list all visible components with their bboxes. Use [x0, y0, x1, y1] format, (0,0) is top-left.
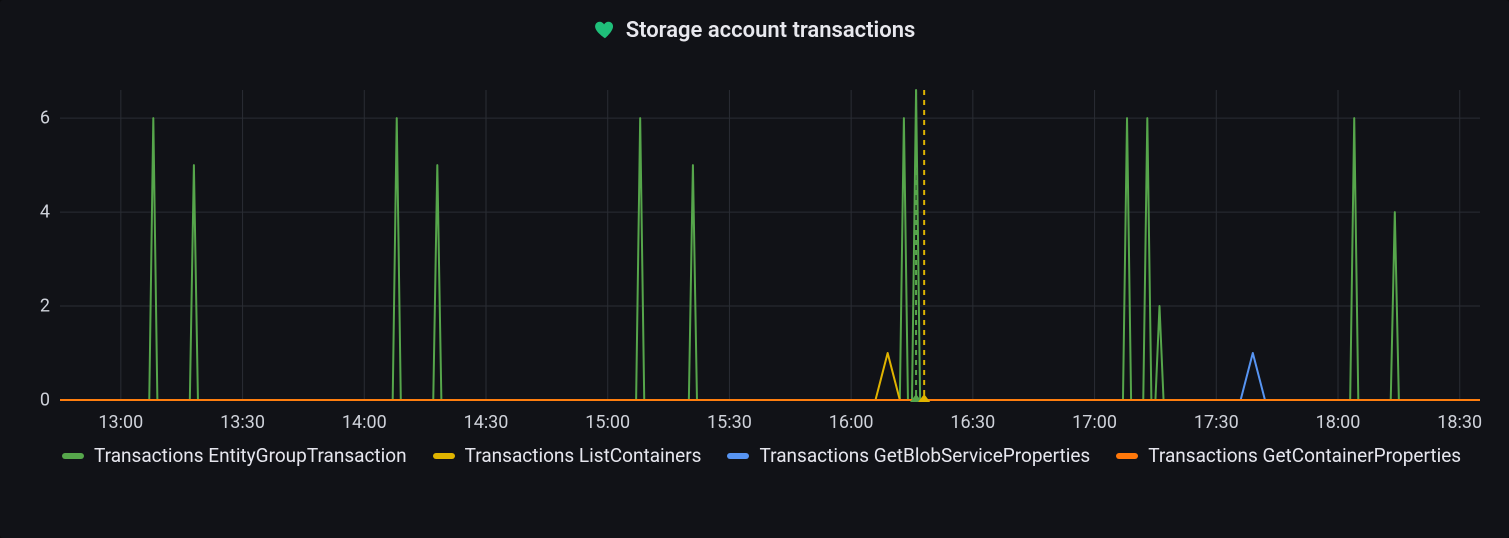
- y-tick-label: 0: [40, 390, 50, 411]
- x-tick-label: 18:30: [1437, 412, 1482, 433]
- annotation-marker[interactable]: [918, 394, 930, 402]
- legend-swatch: [727, 453, 749, 459]
- y-tick-label: 2: [40, 296, 50, 317]
- x-tick-label: 16:00: [829, 412, 874, 433]
- legend-item[interactable]: Transactions GetContainerProperties: [1116, 444, 1461, 467]
- x-tick-label: 17:30: [1194, 412, 1239, 433]
- legend-swatch: [1116, 453, 1138, 459]
- x-tick-label: 14:30: [464, 412, 509, 433]
- x-axis-labels: 13:00 13:30 14:00 14:30 15:00 15:30 16:00 16:30…: [60, 412, 1480, 440]
- y-tick-label: 4: [40, 202, 50, 223]
- chart-area[interactable]: 0246 13:0013:3014:0014:3015:0015:3016:00…: [0, 60, 1509, 440]
- legend-label: Transactions ListContainers: [465, 444, 702, 467]
- legend-item[interactable]: Transactions EntityGroupTransaction: [62, 444, 407, 467]
- x-tick-label: 13:00: [98, 412, 143, 433]
- legend: Transactions EntityGroupTransaction Trans…: [62, 444, 1482, 467]
- legend-label: Transactions GetContainerProperties: [1148, 444, 1461, 467]
- panel-title: Storage account transactions: [626, 18, 916, 43]
- legend-swatch: [62, 453, 84, 459]
- x-tick-label: 16:30: [950, 412, 995, 433]
- legend-label: Transactions GetBlobServiceProperties: [759, 444, 1090, 467]
- x-tick-label: 17:00: [1072, 412, 1117, 433]
- x-tick-label: 13:30: [220, 412, 265, 433]
- legend-item[interactable]: Transactions GetBlobServiceProperties: [727, 444, 1090, 467]
- annotation-layer: [60, 90, 1480, 400]
- panel-header[interactable]: Storage account transactions: [0, 0, 1509, 60]
- x-tick-label: 15:00: [585, 412, 630, 433]
- heart-icon: [594, 19, 616, 41]
- legend-swatch: [433, 453, 455, 459]
- legend-item[interactable]: Transactions ListContainers: [433, 444, 702, 467]
- plot[interactable]: 0246: [60, 90, 1480, 400]
- x-tick-label: 15:30: [707, 412, 752, 433]
- legend-label: Transactions EntityGroupTransaction: [94, 444, 407, 467]
- y-tick-label: 6: [40, 108, 50, 129]
- x-tick-label: 18:00: [1316, 412, 1361, 433]
- chart-panel: Storage account transactions 0246 13:001…: [0, 0, 1509, 538]
- x-tick-label: 14:00: [342, 412, 387, 433]
